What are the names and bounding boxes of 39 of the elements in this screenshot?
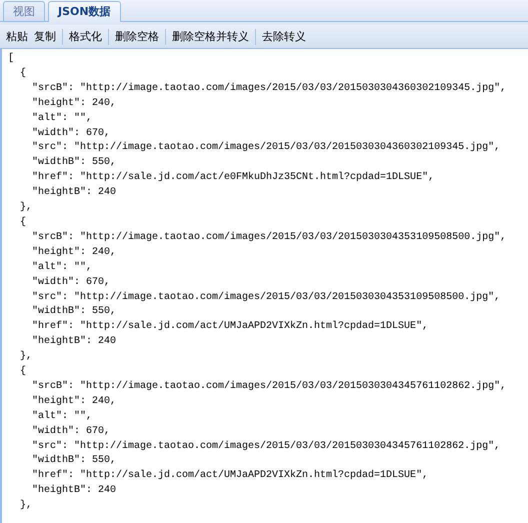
code-line: "widthB": 550,	[32, 305, 116, 320]
code-line: "src": "http://image.taotao.com/images/2015/03/03/2015030304353109508500.jpg",	[32, 290, 500, 304]
code-line: [	[8, 52, 14, 66]
code-line: {	[20, 365, 26, 380]
code-line: "alt": "",	[32, 112, 92, 126]
code-line: "alt": "",	[32, 260, 92, 275]
code-line: },	[20, 499, 32, 514]
toolbar-button[interactable]: 删除空格并转义	[170, 28, 251, 44]
toolbar-button[interactable]: 粘贴	[4, 28, 30, 44]
tab[interactable]: 视图	[3, 1, 45, 21]
code-line: "width": 670,	[32, 424, 110, 439]
code-line: "src": "http://image.taotao.com/images/2015/03/03/2015030304345761102862.jpg",	[32, 440, 500, 454]
code-line: "src": "http://image.taotao.com/images/2015/03/03/2015030304360302109345.jpg",	[32, 141, 500, 156]
code-line: "srcB": "http://image.taotao.com/images/2015/03/03/2015030304353109508500.jpg",	[32, 230, 506, 245]
toolbar-button[interactable]: 去除转义	[260, 28, 308, 44]
code-line: "srcB": "http://image.taotao.com/images/2015/03/03/2015030304345761102862.jpg",	[32, 380, 506, 394]
code-line: "href": "http://sale.jd.com/act/e0FMkuDhJz35CNt.html?cpdad=1DLSUE",	[32, 171, 434, 186]
code-line: "href": "http://sale.jd.com/act/UMJaAPD2VIXkZn.html?cpdad=1DLSUE",	[32, 320, 428, 334]
tab[interactable]: JSON数据	[48, 1, 121, 22]
code-line: "alt": "",	[32, 410, 92, 424]
code-line: "heightB": 240	[32, 186, 116, 200]
code-line: "href": "http://sale.jd.com/act/UMJaAPD2VIXkZn.html?cpdad=1DLSUE",	[32, 469, 428, 484]
code-line: },	[20, 201, 32, 216]
code-line: "height": 240,	[32, 394, 116, 409]
code-line: "srcB": "http://image.taotao.com/images/2015/03/03/2015030304360302109345.jpg",	[32, 82, 506, 96]
code-line: {	[20, 216, 26, 230]
code-line: },	[20, 350, 32, 364]
code-line: "width": 670,	[32, 126, 110, 141]
toolbar-button[interactable]: 删除空格	[113, 28, 161, 44]
code-line: "heightB": 240	[32, 484, 116, 498]
code-line: "widthB": 550,	[32, 156, 116, 170]
code-line: "height": 240,	[32, 96, 116, 111]
code-line: "widthB": 550,	[32, 454, 116, 468]
code-line: "width": 670,	[32, 276, 110, 290]
toolbar-button[interactable]: 格式化	[67, 28, 104, 44]
toolbar-button[interactable]: 复制	[32, 28, 58, 44]
code-line: {	[20, 66, 26, 81]
code-line: "height": 240,	[32, 246, 116, 260]
code-line: "heightB": 240	[32, 335, 116, 350]
